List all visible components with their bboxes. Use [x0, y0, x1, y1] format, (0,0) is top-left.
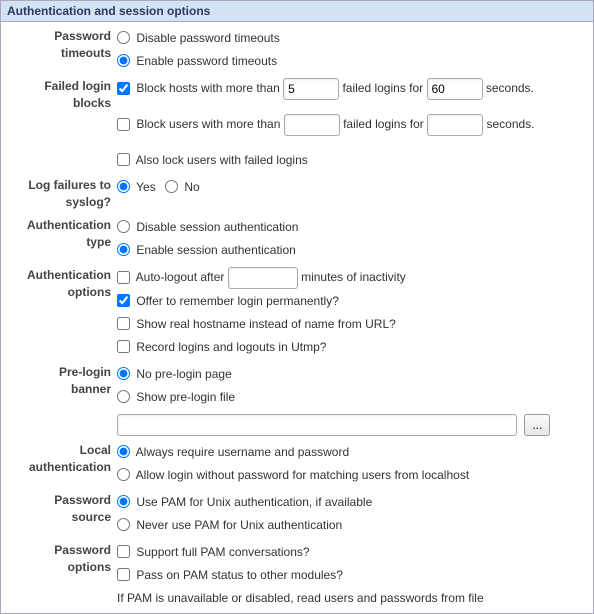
- label-auth-type: Authentication type: [1, 215, 115, 253]
- radio-disable-session-auth[interactable]: [117, 220, 130, 233]
- label-show-hostname: Show real hostname instead of name from …: [136, 317, 395, 331]
- row-auth-type: Authentication type Disable session auth…: [1, 215, 593, 263]
- radio-disable-timeouts[interactable]: [117, 31, 130, 44]
- text-block-hosts-post: seconds.: [486, 81, 534, 95]
- text-pam-fallback: If PAM is unavailable or disabled, read …: [117, 588, 587, 609]
- row-failed-login-blocks: Failed login blocks Block hosts with mor…: [1, 76, 593, 173]
- input-auto-logout-minutes[interactable]: [228, 267, 298, 289]
- check-show-hostname[interactable]: [117, 317, 130, 330]
- label-disable-timeouts: Disable password timeouts: [136, 31, 279, 45]
- label-log-syslog: Log failures to syslog?: [1, 175, 115, 213]
- label-password-options: Password options: [1, 540, 115, 578]
- radio-enable-session-auth[interactable]: [117, 243, 130, 256]
- label-pass-on-pam: Pass on PAM status to other modules?: [136, 568, 343, 582]
- radio-never-pam[interactable]: [117, 518, 130, 531]
- radio-syslog-no[interactable]: [165, 180, 178, 193]
- row-log-syslog: Log failures to syslog? Yes No: [1, 175, 593, 213]
- label-full-pam: Support full PAM conversations?: [136, 545, 309, 559]
- radio-always-require[interactable]: [117, 445, 130, 458]
- check-record-utmp[interactable]: [117, 340, 130, 353]
- label-enable-timeouts: Enable password timeouts: [136, 54, 277, 68]
- label-disable-session-auth: Disable session authentication: [136, 220, 298, 234]
- check-block-users[interactable]: [117, 118, 130, 131]
- check-full-pam[interactable]: [117, 545, 130, 558]
- text-auto-logout-pre: Auto-logout after: [136, 270, 225, 284]
- label-syslog-yes: Yes: [136, 180, 156, 194]
- radio-no-prelogin[interactable]: [117, 367, 130, 380]
- radio-show-prelogin-file[interactable]: [117, 390, 130, 403]
- label-password-timeouts: Password timeouts: [1, 26, 115, 64]
- input-block-hosts-count[interactable]: [283, 78, 339, 100]
- label-auth-options: Authentication options: [1, 265, 115, 303]
- row-password-options: Password options Support full PAM conver…: [1, 540, 593, 611]
- label-prelogin-banner: Pre-login banner: [1, 362, 115, 400]
- check-remember-login[interactable]: [117, 294, 130, 307]
- check-pass-on-pam[interactable]: [117, 568, 130, 581]
- label-remember-login: Offer to remember login permanently?: [136, 294, 339, 308]
- text-block-users-mid: failed logins for: [343, 117, 424, 131]
- label-failed-login-blocks: Failed login blocks: [1, 76, 115, 114]
- radio-enable-timeouts[interactable]: [117, 54, 130, 67]
- text-block-users-post: seconds.: [487, 117, 535, 131]
- check-block-hosts[interactable]: [117, 82, 130, 95]
- label-show-prelogin-file: Show pre-login file: [136, 390, 235, 404]
- row-local-auth: Local authentication Always require user…: [1, 440, 593, 488]
- check-auto-logout[interactable]: [117, 271, 130, 284]
- label-enable-session-auth: Enable session authentication: [136, 243, 295, 257]
- input-block-hosts-seconds[interactable]: [427, 78, 483, 100]
- row-password-timeouts: Password timeouts Disable password timeo…: [1, 26, 593, 74]
- label-record-utmp: Record logins and logouts in Utmp?: [136, 340, 326, 354]
- label-use-pam: Use PAM for Unix authentication, if avai…: [136, 495, 372, 509]
- label-also-lock-users: Also lock users with failed logins: [136, 153, 308, 167]
- label-always-require: Always require username and password: [136, 445, 349, 459]
- row-prelogin-banner: Pre-login banner No pre-login page Show …: [1, 362, 593, 438]
- label-never-pam: Never use PAM for Unix authentication: [136, 518, 342, 532]
- form-body: Password timeouts Disable password timeo…: [1, 22, 593, 613]
- text-auto-logout-post: minutes of inactivity: [301, 270, 406, 284]
- text-block-hosts-mid: failed logins for: [342, 81, 423, 95]
- text-block-users-pre: Block users with more than: [136, 117, 280, 131]
- input-block-users-seconds[interactable]: [427, 114, 483, 136]
- radio-use-pam[interactable]: [117, 495, 130, 508]
- check-also-lock-users[interactable]: [117, 153, 130, 166]
- browse-button[interactable]: ...: [524, 414, 550, 436]
- row-password-source: Password source Use PAM for Unix authent…: [1, 490, 593, 538]
- auth-session-panel: Authentication and session options Passw…: [0, 0, 594, 614]
- input-block-users-count[interactable]: [284, 114, 340, 136]
- radio-allow-no-password[interactable]: [117, 468, 130, 481]
- label-syslog-no: No: [184, 180, 199, 194]
- input-prelogin-file[interactable]: [117, 414, 517, 436]
- label-allow-no-password: Allow login without password for matchin…: [136, 468, 469, 482]
- radio-syslog-yes[interactable]: [117, 180, 130, 193]
- text-block-hosts-pre: Block hosts with more than: [136, 81, 279, 95]
- label-local-auth: Local authentication: [1, 440, 115, 478]
- label-no-prelogin: No pre-login page: [136, 367, 231, 381]
- label-password-source: Password source: [1, 490, 115, 528]
- row-auth-options: Authentication options Auto-logout after…: [1, 265, 593, 360]
- panel-title: Authentication and session options: [1, 1, 593, 22]
